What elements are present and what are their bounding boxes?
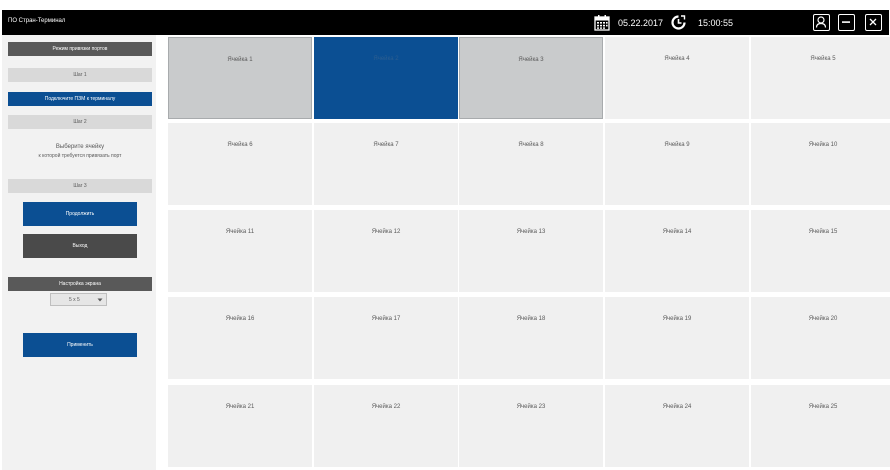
cell-label: Ячейка 7 <box>373 142 399 148</box>
grid-size-select[interactable]: 5 x 5 <box>50 293 107 306</box>
grid-size-value: 5 x 5 <box>69 297 80 303</box>
cell-label: Ячейка 15 <box>808 229 838 235</box>
grid-cell[interactable]: Ячейка 8 <box>459 123 603 205</box>
cell-label: Ячейка 19 <box>662 316 692 322</box>
apply-button[interactable]: Применить <box>23 333 137 357</box>
step-1-label: Шаг 1 <box>8 68 152 82</box>
sidebar: Режим привязки портов Шаг 1 Подключите П… <box>2 35 156 470</box>
cell-label: Ячейка 6 <box>227 142 253 148</box>
cell-label: Ячейка 10 <box>808 142 838 148</box>
grid-cell[interactable]: Ячейка 15 <box>751 210 890 292</box>
step-2-label: Шаг 2 <box>8 115 152 129</box>
calendar-icon <box>594 15 610 31</box>
minimize-button[interactable] <box>838 14 855 31</box>
grid-cell[interactable]: Ячейка 14 <box>605 210 749 292</box>
grid-cell[interactable]: Ячейка 17 <box>314 297 458 379</box>
close-icon <box>869 18 877 26</box>
grid-cell[interactable]: Ячейка 10 <box>751 123 890 205</box>
grid-cell[interactable]: Ячейка 24 <box>605 385 749 467</box>
clock-icon <box>671 15 686 30</box>
grid-cell[interactable]: Ячейка 22 <box>314 385 458 467</box>
grid-cell[interactable]: Ячейка 18 <box>459 297 603 379</box>
terminal-app: ПО Стран-Терминал 05.22.2017 15:00:55 Ре… <box>0 0 890 470</box>
cell-label: Ячейка 2 <box>373 56 399 62</box>
grid-cell[interactable]: Ячейка 12 <box>314 210 458 292</box>
grid-cell[interactable]: Ячейка 23 <box>459 385 603 467</box>
exit-button[interactable]: Выход <box>23 234 137 258</box>
grid-cell[interactable]: Ячейка 25 <box>751 385 890 467</box>
cell-label: Ячейка 25 <box>808 404 838 410</box>
cell-label: Ячейка 17 <box>371 316 401 322</box>
user-icon <box>815 16 827 28</box>
grid-cell[interactable]: Ячейка 16 <box>168 297 312 379</box>
grid-cell[interactable]: Ячейка 9 <box>605 123 749 205</box>
cell-label: Ячейка 4 <box>664 56 690 62</box>
cell-label: Ячейка 18 <box>516 316 546 322</box>
connect-instruction: Подключите ПЗМ к терминалу <box>8 92 152 106</box>
cell-label: Ячейка 1 <box>227 57 253 63</box>
cell-label: Ячейка 16 <box>225 316 255 322</box>
cell-label: Ячейка 13 <box>516 229 546 235</box>
grid-cell[interactable]: Ячейка 13 <box>459 210 603 292</box>
grid-cell[interactable]: Ячейка 20 <box>751 297 890 379</box>
grid-cell[interactable]: Ячейка 19 <box>605 297 749 379</box>
cell-label: Ячейка 8 <box>518 142 544 148</box>
minimize-icon <box>842 21 850 23</box>
grid-cell[interactable]: Ячейка 21 <box>168 385 312 467</box>
app-title: ПО Стран-Терминал <box>8 18 66 24</box>
grid-cell[interactable]: Ячейка 1 <box>168 37 312 119</box>
chevron-down-icon <box>97 298 103 302</box>
cell-label: Ячейка 22 <box>371 404 401 410</box>
grid-cell[interactable]: Ячейка 5 <box>751 37 890 119</box>
cell-label: Ячейка 23 <box>516 404 546 410</box>
date-display: 05.22.2017 <box>618 18 664 28</box>
select-cell-subtext: к которой требуется привязать порт <box>38 153 122 159</box>
grid-cell[interactable]: Ячейка 6 <box>168 123 312 205</box>
grid-cell[interactable]: Ячейка 2 <box>314 37 458 119</box>
continue-button[interactable]: Продолжить <box>23 202 137 226</box>
cell-label: Ячейка 21 <box>225 404 255 410</box>
close-button[interactable] <box>865 14 882 31</box>
grid-cell[interactable]: Ячейка 11 <box>168 210 312 292</box>
grid-cell[interactable]: Ячейка 7 <box>314 123 458 205</box>
title-bar: ПО Стран-Терминал 05.22.2017 15:00:55 <box>2 10 889 35</box>
cell-label: Ячейка 9 <box>664 142 690 148</box>
cell-label: Ячейка 12 <box>371 229 401 235</box>
mode-header: Режим привязки портов <box>8 42 152 56</box>
grid-cell[interactable]: Ячейка 3 <box>459 37 603 119</box>
select-cell-instruction: Выберите ячейку <box>55 144 105 150</box>
grid-cell[interactable]: Ячейка 4 <box>605 37 749 119</box>
time-display: 15:00:55 <box>698 18 734 28</box>
screen-settings-header: Настройка экрана <box>8 277 152 291</box>
user-button[interactable] <box>813 14 830 31</box>
step-3-label: Шаг 3 <box>8 179 152 193</box>
cell-label: Ячейка 20 <box>808 316 838 322</box>
cell-label: Ячейка 5 <box>810 56 836 62</box>
cell-label: Ячейка 11 <box>225 229 255 235</box>
cell-grid: Ячейка 1 Ячейка 2 Ячейка 3 Ячейка 4 Ячейка 5… <box>156 35 890 470</box>
cell-label: Ячейка 3 <box>518 57 544 63</box>
cell-label: Ячейка 14 <box>662 229 692 235</box>
cell-label: Ячейка 24 <box>662 404 692 410</box>
